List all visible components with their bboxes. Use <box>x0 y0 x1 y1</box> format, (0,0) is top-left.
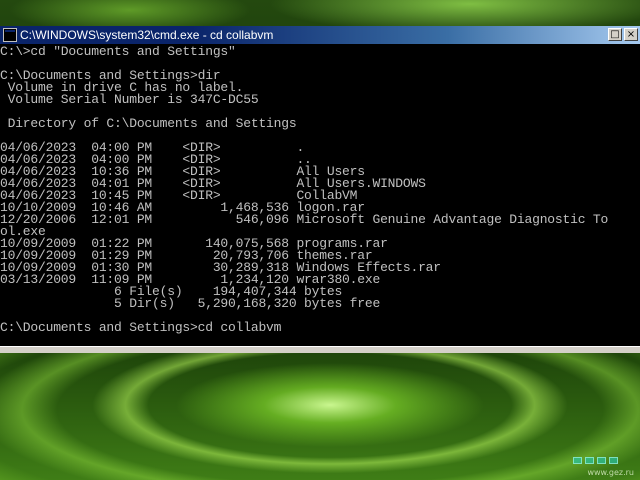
wallpaper-dot <box>585 457 594 464</box>
wallpaper-dot <box>597 457 606 464</box>
console-line: Volume Serial Number is 347C-DC55 <box>0 92 259 107</box>
cmd-icon[interactable] <box>3 28 17 42</box>
wallpaper-dot <box>609 457 618 464</box>
watermark: www.gez.ru <box>587 468 634 477</box>
console-line: 5 Dir(s) 5,290,168,320 bytes free <box>0 296 381 311</box>
wallpaper-dots <box>573 457 618 464</box>
close-button[interactable]: × <box>624 28 638 41</box>
restore-button[interactable]: □ <box>608 28 622 41</box>
window-controls: □ × <box>608 28 638 41</box>
wallpaper-dot <box>573 457 582 464</box>
window-titlebar[interactable]: C:\WINDOWS\system32\cmd.exe - cd collabv… <box>0 26 640 44</box>
console-output[interactable]: C:\>cd "Documents and Settings" C:\Docume… <box>0 46 640 352</box>
window-frame-bottom <box>0 346 640 353</box>
console-line: C:\Documents and Settings>cd collabvm <box>0 320 282 335</box>
cmd-window[interactable]: C:\WINDOWS\system32\cmd.exe - cd collabv… <box>0 26 640 353</box>
console-line: 12/20/2006 12:01 PM 546,096 Microsoft Ge… <box>0 212 609 227</box>
console-line: C:\>cd "Documents and Settings" <box>0 46 236 59</box>
console-line: Directory of C:\Documents and Settings <box>0 116 297 131</box>
window-title: C:\WINDOWS\system32\cmd.exe - cd collabv… <box>20 28 274 42</box>
